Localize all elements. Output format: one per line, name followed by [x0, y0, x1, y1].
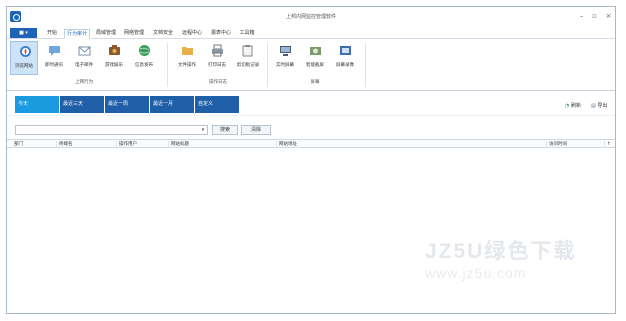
export-icon: ▤	[591, 103, 596, 109]
search-button[interactable]: 搜索	[212, 125, 238, 135]
clipboard-record-label: 剪切板记录	[236, 63, 260, 68]
ribbon-toolbar: 浏览网站 即时通讯 电子邮件 游戏娱乐 信息发布 上网行为 文件操作 打印日志	[7, 39, 615, 91]
refresh-label: 刷新	[570, 103, 581, 109]
game-icon	[109, 45, 120, 55]
date-filter-bar: 今天 最近三天 最近一周 最近一月 自定义 ◔ 刷新 ▤ 导出	[7, 91, 615, 115]
column-terminal[interactable]: 终端名	[57, 141, 117, 148]
browse-websites-button[interactable]: 浏览网站	[10, 41, 38, 75]
file-operations-button[interactable]: 文件操作	[173, 41, 201, 75]
tab-last-week[interactable]: 最近一周	[105, 96, 149, 113]
menu-toolbox[interactable]: 工具箱	[237, 29, 257, 39]
compass-icon	[20, 46, 31, 57]
folder-icon	[182, 47, 193, 55]
camera-icon	[310, 47, 321, 55]
menu-lan-management[interactable]: 局域管理	[93, 29, 119, 39]
watermark-line2: www.jz5u.com	[425, 265, 527, 281]
print-log-label: 打印日志	[208, 63, 226, 68]
clipboard-icon	[242, 45, 253, 57]
group-label-web-behavior: 上网行为	[75, 80, 93, 85]
title-bar: 上邦内网监控管理软件 – ▫ ×	[7, 7, 615, 27]
menu-start[interactable]: 开始	[43, 29, 61, 39]
screen-recording-button[interactable]: 屏幕录像	[331, 41, 359, 75]
clipboard-record-button[interactable]: 剪切板记录	[233, 41, 263, 75]
ribbon-separator	[267, 43, 268, 87]
window-title: 上邦内网监控管理软件	[285, 14, 336, 20]
column-visit-time[interactable]: 访问时间	[547, 141, 605, 148]
close-icon[interactable]: ×	[604, 12, 613, 20]
app-menu-button[interactable]: ■ ▾	[10, 28, 37, 38]
chat-icon	[49, 46, 60, 56]
tab-last-3-days[interactable]: 最近三天	[60, 96, 104, 113]
menu-remote-center[interactable]: 远程中心	[179, 29, 205, 39]
realtime-screen-label: 实时屏幕	[276, 63, 294, 68]
printer-icon	[212, 44, 223, 57]
search-row: ▾ 搜索 清除	[7, 115, 615, 139]
search-combobox[interactable]: ▾	[15, 125, 208, 135]
instant-messaging-button[interactable]: 即时通讯	[40, 41, 68, 75]
column-site-url[interactable]: 网站地址	[277, 141, 547, 148]
games-entertainment-label: 游戏娱乐	[105, 63, 123, 68]
tab-today[interactable]: 今天	[15, 96, 59, 113]
globe-icon	[139, 45, 150, 56]
info-publish-label: 信息发布	[135, 63, 153, 68]
games-entertainment-button[interactable]: 游戏娱乐	[100, 41, 128, 75]
export-label: 导出	[597, 103, 608, 109]
export-button[interactable]: ▤ 导出	[591, 102, 607, 109]
menu-network-management[interactable]: 网络管理	[121, 29, 147, 39]
browse-websites-label: 浏览网站	[15, 64, 33, 69]
monitor-icon	[280, 46, 291, 56]
instant-messaging-label: 即时通讯	[45, 63, 63, 68]
column-operator[interactable]: 操作用户	[117, 141, 169, 148]
email-button[interactable]: 电子邮件	[70, 41, 98, 75]
file-operations-label: 文件操作	[178, 63, 196, 68]
email-label: 电子邮件	[75, 63, 93, 68]
column-department[interactable]: 部门	[12, 141, 57, 148]
mail-icon	[78, 46, 91, 56]
group-label-screen: 屏幕	[310, 80, 320, 85]
watermark-line1: JZ5U绿色下载	[425, 240, 577, 263]
tab-custom[interactable]: 自定义	[195, 96, 239, 113]
menu-behavior-audit[interactable]: 行为审计	[64, 29, 90, 39]
column-site-title[interactable]: 网站标题	[169, 141, 277, 148]
minimize-icon[interactable]: –	[577, 12, 586, 20]
maximize-icon[interactable]: ▫	[590, 12, 599, 20]
realtime-screen-button[interactable]: 实时屏幕	[271, 41, 299, 75]
watermark: JZ5U绿色下载 www.jz5u.com	[425, 235, 595, 295]
clear-button[interactable]: 清除	[241, 125, 271, 135]
menu-document-security[interactable]: 文档安全	[150, 29, 176, 39]
refresh-button[interactable]: ◔ 刷新	[565, 102, 581, 109]
film-icon	[340, 46, 351, 55]
sort-arrow-icon[interactable]: ↑	[605, 141, 615, 148]
menu-bar: ■ ▾ 开始 行为审计 局域管理 网络管理 文档安全 远程中心 报表中心 工具箱	[7, 27, 615, 39]
print-log-button[interactable]: 打印日志	[203, 41, 231, 75]
info-publish-button[interactable]: 信息发布	[130, 41, 158, 75]
smart-screenshot-button[interactable]: 智能截屏	[301, 41, 329, 75]
group-label-operation-log: 操作日志	[209, 80, 227, 85]
ribbon-separator	[365, 43, 366, 87]
chevron-down-icon[interactable]: ▾	[199, 126, 207, 134]
ribbon-separator	[167, 43, 168, 87]
tab-last-month[interactable]: 最近一月	[150, 96, 194, 113]
refresh-icon: ◔	[565, 103, 570, 109]
smart-screenshot-label: 智能截屏	[306, 63, 324, 68]
table-header: 部门 终端名 操作用户 网站标题 网站地址 访问时间 ↑	[7, 139, 615, 148]
menu-report-center[interactable]: 报表中心	[208, 29, 234, 39]
screen-recording-label: 屏幕录像	[336, 63, 354, 68]
